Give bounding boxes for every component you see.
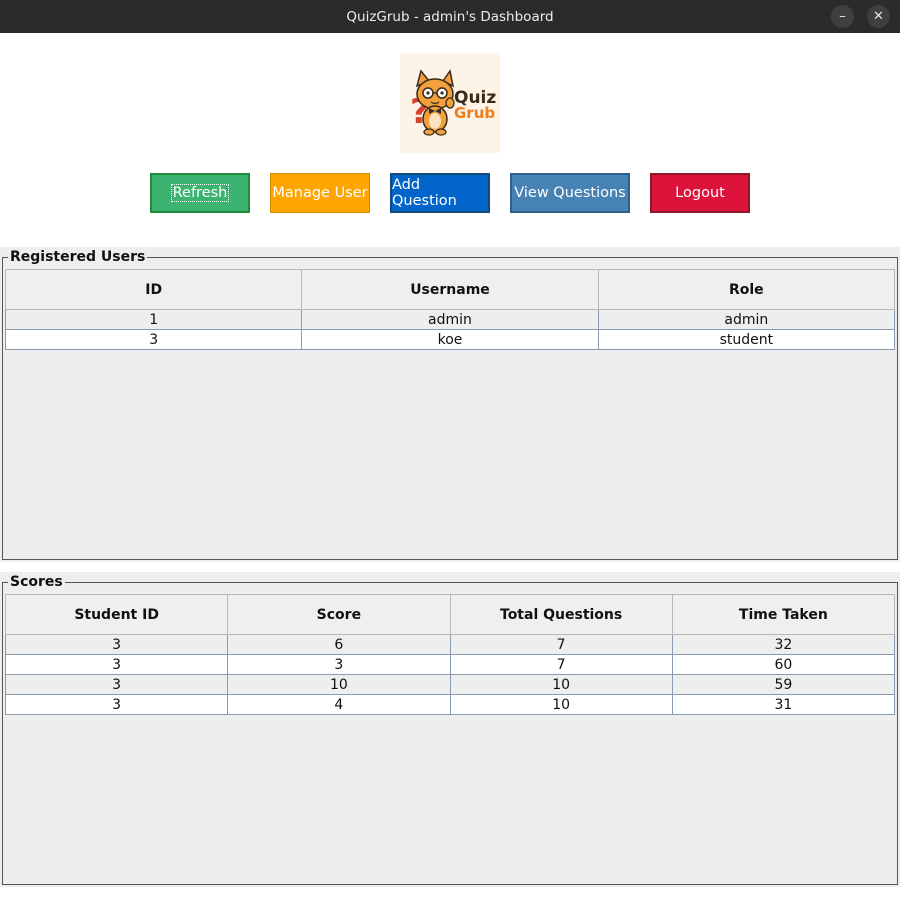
- total-questions-cell: 10: [449, 694, 673, 715]
- total-questions-cell: 10: [449, 674, 673, 695]
- username-cell: koe: [301, 329, 599, 350]
- minimize-button[interactable]: –: [831, 5, 854, 28]
- score-cell: 4: [227, 694, 451, 715]
- table-row[interactable]: 3 koe student: [4, 329, 896, 350]
- view-questions-button[interactable]: View Questions: [510, 173, 630, 213]
- logout-button[interactable]: Logout: [650, 173, 750, 213]
- table-row[interactable]: 1 admin admin: [4, 309, 896, 330]
- total-questions-cell: 7: [449, 634, 673, 655]
- column-header-student-id[interactable]: Student ID: [4, 594, 229, 635]
- manage-user-button-label: Manage User: [272, 185, 368, 201]
- time-taken-cell: 60: [671, 654, 896, 675]
- student-id-cell: 3: [4, 694, 229, 715]
- registered-users-title: Registered Users: [8, 249, 148, 265]
- column-header-username[interactable]: Username: [301, 269, 599, 310]
- logout-button-label: Logout: [675, 185, 725, 201]
- registered-users-group: Registered Users ID Username Role 1 admi…: [2, 249, 898, 560]
- manage-user-button[interactable]: Manage User: [270, 173, 370, 213]
- column-header-total-questions[interactable]: Total Questions: [449, 594, 673, 635]
- table-row[interactable]: 3 4 10 31: [4, 694, 896, 715]
- student-id-cell: 3: [4, 674, 229, 695]
- time-taken-cell: 32: [671, 634, 896, 655]
- close-icon: ✕: [873, 9, 884, 24]
- logo-text-grub: Grub: [454, 104, 495, 122]
- username-cell: admin: [301, 309, 599, 330]
- view-questions-button-label: View Questions: [514, 185, 626, 201]
- app-logo: ? Quiz Grub: [400, 53, 500, 153]
- refresh-button-label: Refresh: [170, 184, 230, 202]
- column-header-id[interactable]: ID: [4, 269, 303, 310]
- scores-table[interactable]: Student ID Score Total Questions Time Ta…: [4, 594, 896, 715]
- score-cell: 3: [227, 654, 451, 675]
- scores-table-header: Student ID Score Total Questions Time Ta…: [4, 594, 896, 635]
- scores-group: Scores Student ID Score Total Questions …: [2, 574, 898, 885]
- add-question-button-label: Add Question: [392, 177, 457, 209]
- total-questions-cell: 7: [449, 654, 673, 675]
- time-taken-cell: 59: [671, 674, 896, 695]
- role-cell: student: [597, 329, 896, 350]
- student-id-cell: 3: [4, 634, 229, 655]
- time-taken-cell: 31: [671, 694, 896, 715]
- users-table[interactable]: ID Username Role 1 admin admin 3 koe stu…: [4, 269, 896, 350]
- table-row[interactable]: 3 6 7 32: [4, 634, 896, 655]
- table-row[interactable]: 3 3 7 60: [4, 654, 896, 675]
- window-title: QuizGrub - admin's Dashboard: [346, 8, 554, 25]
- role-cell: admin: [597, 309, 896, 330]
- table-row[interactable]: 3 10 10 59: [4, 674, 896, 695]
- cat-mascot-icon: ? Quiz Grub: [410, 69, 496, 136]
- column-header-time-taken[interactable]: Time Taken: [671, 594, 896, 635]
- score-cell: 6: [227, 634, 451, 655]
- refresh-button[interactable]: Refresh: [150, 173, 250, 213]
- column-header-score[interactable]: Score: [227, 594, 451, 635]
- window-titlebar: QuizGrub - admin's Dashboard – ✕: [0, 0, 900, 33]
- score-cell: 10: [227, 674, 451, 695]
- user-id-cell: 1: [4, 309, 303, 330]
- add-question-button[interactable]: Add Question: [390, 173, 490, 213]
- minimize-icon: –: [839, 9, 846, 24]
- student-id-cell: 3: [4, 654, 229, 675]
- close-button[interactable]: ✕: [867, 5, 890, 28]
- scores-title: Scores: [8, 574, 65, 590]
- user-id-cell: 3: [4, 329, 303, 350]
- users-table-header: ID Username Role: [4, 269, 896, 310]
- column-header-role[interactable]: Role: [597, 269, 896, 310]
